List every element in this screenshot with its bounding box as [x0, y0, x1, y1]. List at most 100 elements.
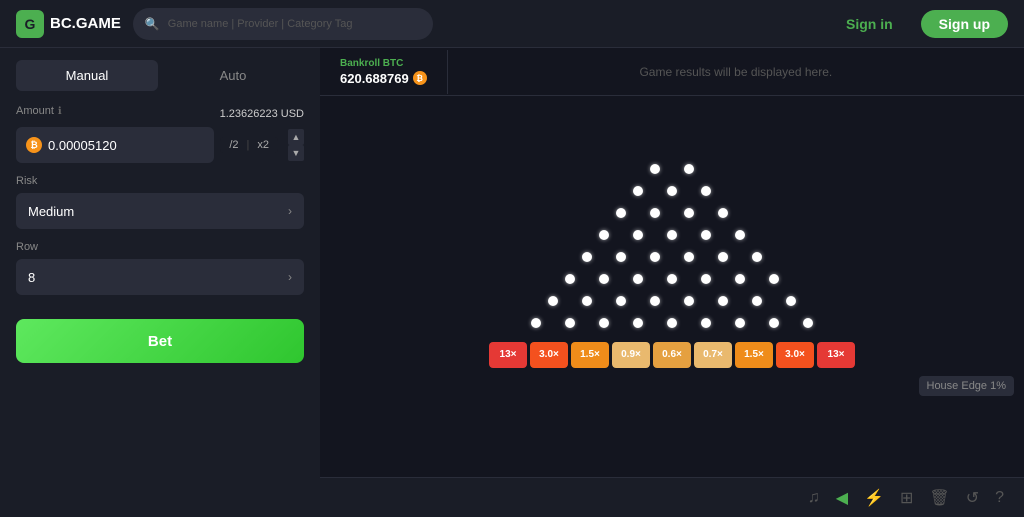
peg: [616, 208, 626, 218]
peg: [684, 164, 694, 174]
stepper-down[interactable]: ▼: [288, 145, 304, 161]
tab-auto[interactable]: Auto: [162, 60, 304, 91]
peg-row: [587, 224, 757, 246]
risk-label: Risk: [16, 175, 304, 187]
amount-buttons[interactable]: /2 | x2: [220, 137, 278, 153]
signup-button[interactable]: Sign up: [921, 10, 1008, 38]
trash-icon[interactable]: 🗑: [929, 488, 949, 508]
game-area: 13×3.0×1.5×0.9×0.6×0.7×1.5×3.0×13× House…: [320, 96, 1024, 477]
tabs: Manual Auto: [0, 48, 320, 91]
peg: [667, 230, 677, 240]
peg: [599, 230, 609, 240]
peg: [718, 208, 728, 218]
right-panel: Bankroll BTC 620.688769 ₿ Game results w…: [320, 48, 1024, 517]
peg: [650, 296, 660, 306]
refresh-icon[interactable]: ↺: [966, 488, 979, 508]
music-icon[interactable]: ♫: [808, 489, 820, 507]
bankroll-coin: ₿: [413, 71, 427, 85]
bucket: 13×: [489, 342, 527, 368]
peg: [633, 230, 643, 240]
times2-btn[interactable]: x2: [254, 139, 272, 151]
risk-chevron: ›: [288, 204, 292, 218]
search-placeholder: Game name | Provider | Category Tag: [168, 18, 353, 30]
bucket: 3.0×: [530, 342, 568, 368]
amount-value: 0.00005120: [48, 138, 204, 153]
peg: [718, 296, 728, 306]
peg: [667, 318, 677, 328]
peg: [531, 318, 541, 328]
peg: [752, 252, 762, 262]
game-results: Game results will be displayed here.: [448, 65, 1024, 79]
header: G BC.GAME 🔍 Game name | Provider | Categ…: [0, 0, 1024, 48]
peg: [650, 252, 660, 262]
peg: [701, 274, 711, 284]
bucket: 0.9×: [612, 342, 650, 368]
multiplier-buckets: 13×3.0×1.5×0.9×0.6×0.7×1.5×3.0×13×: [489, 342, 855, 368]
peg: [599, 274, 609, 284]
peg: [752, 296, 762, 306]
amount-stepper[interactable]: ▲ ▼: [288, 129, 304, 161]
peg: [667, 274, 677, 284]
bucket: 1.5×: [735, 342, 773, 368]
info-icon: ℹ: [58, 106, 62, 117]
amount-label: Amount ℹ: [16, 105, 62, 117]
divide2-btn[interactable]: /2: [226, 139, 241, 151]
amount-input[interactable]: ₿ 0.00005120: [16, 127, 214, 163]
peg: [684, 296, 694, 306]
peg-row: [570, 246, 774, 268]
peg: [650, 164, 660, 174]
peg: [701, 230, 711, 240]
bankroll-box: Bankroll BTC 620.688769 ₿: [320, 50, 448, 94]
peg: [684, 208, 694, 218]
peg: [803, 318, 813, 328]
bankroll-label: Bankroll BTC: [340, 58, 427, 69]
row-select[interactable]: 8 ›: [16, 259, 304, 295]
peg: [769, 274, 779, 284]
row-section: Row 8 ›: [16, 241, 304, 295]
peg: [599, 318, 609, 328]
main: Manual Auto Amount ℹ 1.23626223 USD ₿ 0.…: [0, 48, 1024, 517]
peg: [684, 252, 694, 262]
peg: [701, 318, 711, 328]
peg: [667, 186, 677, 196]
row-label: Row: [16, 241, 304, 253]
search-bar[interactable]: 🔍 Game name | Provider | Category Tag: [133, 8, 433, 40]
peg: [633, 274, 643, 284]
row-chevron: ›: [288, 270, 292, 284]
risk-select[interactable]: Medium ›: [16, 193, 304, 229]
peg: [565, 318, 575, 328]
search-icon: 🔍: [145, 17, 160, 31]
bucket: 1.5×: [571, 342, 609, 368]
volume-icon[interactable]: ◀: [836, 488, 848, 508]
peg: [735, 318, 745, 328]
btc-icon: ₿: [26, 137, 42, 153]
peg-row: [638, 158, 706, 180]
peg: [616, 296, 626, 306]
bet-button[interactable]: Bet: [16, 319, 304, 363]
peg: [548, 296, 558, 306]
lightning-icon[interactable]: ⚡: [864, 488, 884, 508]
bucket: 3.0×: [776, 342, 814, 368]
amount-usd: 1.23626223 USD: [220, 108, 304, 120]
peg-row: [553, 268, 791, 290]
peg: [735, 230, 745, 240]
amount-section: Amount ℹ 1.23626223 USD ₿ 0.00005120 /2 …: [16, 105, 304, 163]
stepper-up[interactable]: ▲: [288, 129, 304, 145]
signin-button[interactable]: Sign in: [830, 10, 909, 38]
grid-icon[interactable]: ⊞: [900, 488, 913, 508]
bucket: 0.7×: [694, 342, 732, 368]
peg-row: [604, 202, 740, 224]
peg: [769, 318, 779, 328]
house-edge-badge: House Edge 1%: [919, 376, 1015, 396]
logo: G BC.GAME: [16, 10, 121, 38]
peg: [701, 186, 711, 196]
tab-manual[interactable]: Manual: [16, 60, 158, 91]
logo-icon: G: [16, 10, 44, 38]
peg: [582, 296, 592, 306]
peg: [633, 186, 643, 196]
row-value: 8: [28, 270, 35, 285]
bankroll-value: 620.688769 ₿: [340, 71, 427, 86]
risk-section: Risk Medium ›: [16, 175, 304, 229]
help-icon[interactable]: ?: [995, 489, 1004, 507]
peg: [565, 274, 575, 284]
